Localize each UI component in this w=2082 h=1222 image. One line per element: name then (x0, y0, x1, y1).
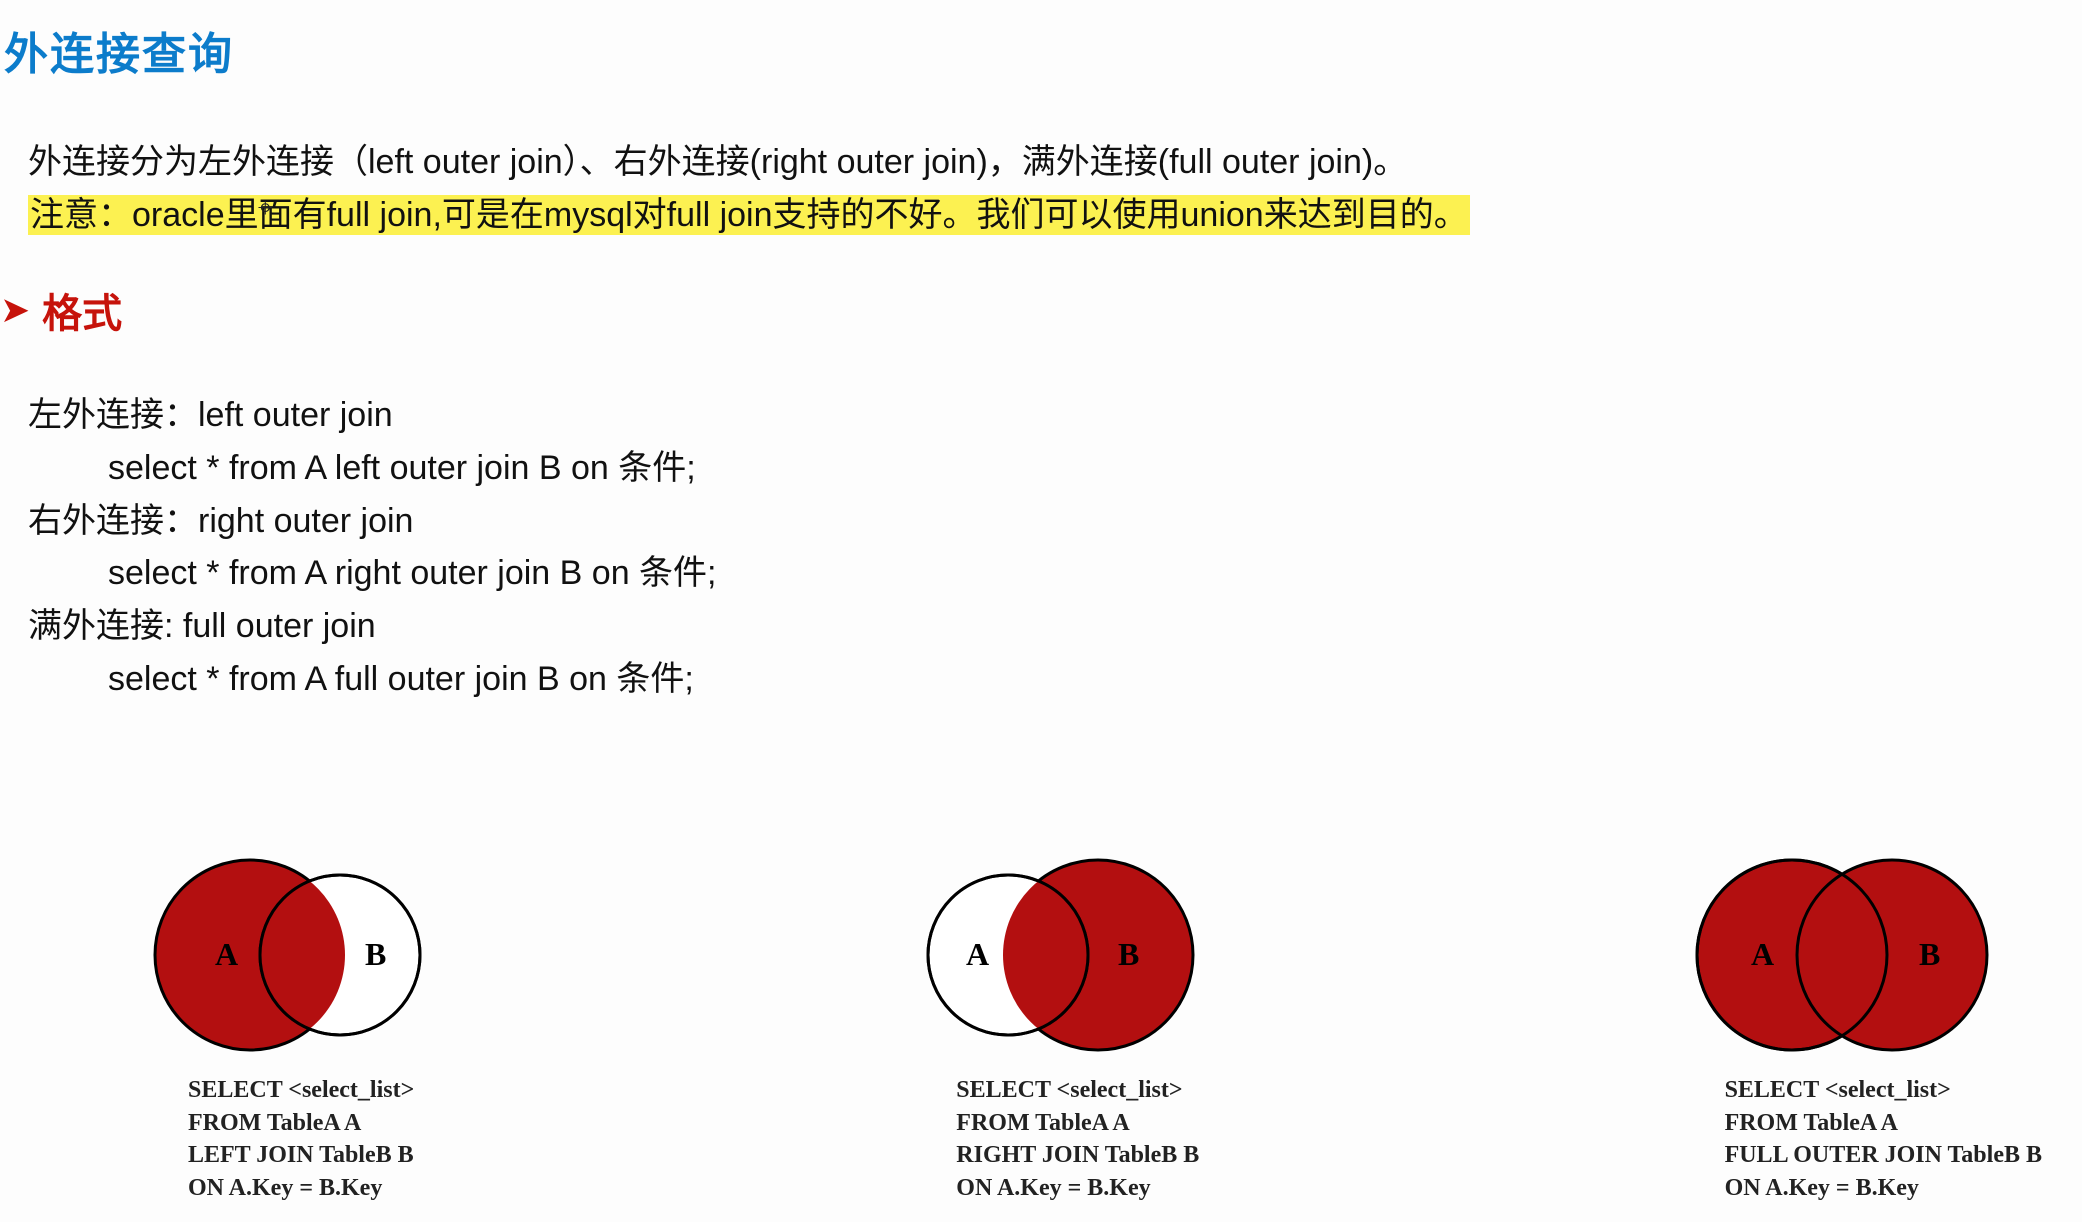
intro-highlight: 注意：oracle里面有full join,可是在mysql对full join… (28, 195, 1470, 235)
left-join-sql: select * from A left outer join B on 条件; (108, 442, 696, 495)
page-title: 外连接查询 (4, 18, 2062, 82)
intro-block: 外连接分为左外连接（left outer join）、右外连接(right ou… (28, 136, 2062, 241)
full-join-title: 满外连接: full outer join (28, 600, 2062, 653)
venn-full-join-diagram: A B (1677, 850, 1997, 1060)
venn-full-sql: SELECT <select_list> FROM TableA A FULL … (1725, 1074, 2042, 1204)
venn-label-a: A (966, 936, 989, 972)
venn-right-sql: SELECT <select_list> FROM TableA A RIGHT… (956, 1074, 1199, 1204)
venn-label-a: A (215, 936, 238, 972)
intro-line-1: 外连接分为左外连接（left outer join）、右外连接(right ou… (28, 136, 2062, 189)
right-join-title: 右外连接：right outer join (28, 495, 2062, 548)
venn-label-b: B (365, 936, 386, 972)
venn-right-join-diagram: A B (908, 850, 1208, 1060)
formats-block: 左外连接：left outer join select * from A lef… (28, 389, 2062, 705)
venn-label-b: B (1118, 936, 1139, 972)
right-join-sql: select * from A right outer join B on 条件… (108, 547, 717, 600)
venn-full-join: A B SELECT <select_list> FROM TableA A F… (1677, 850, 2042, 1204)
section-header: ➤ 格式 (0, 281, 2062, 339)
venn-label-b: B (1919, 936, 1940, 972)
section-title: 格式 (42, 281, 122, 339)
full-join-sql: select * from A full outer join B on 条件; (108, 653, 694, 706)
venn-right-join: A B SELECT <select_list> FROM TableA A R… (908, 850, 1208, 1204)
venn-left-sql: SELECT <select_list> FROM TableA A LEFT … (188, 1074, 414, 1204)
venn-left-join: A B SELECT <select_list> FROM TableA A L… (140, 850, 440, 1204)
arrow-icon: ➤ (0, 292, 30, 328)
venn-label-a: A (1751, 936, 1774, 972)
document-page: 外连接查询 外连接分为左外连接（left outer join）、右外连接(ri… (0, 0, 2082, 1222)
left-join-title: 左外连接：left outer join (28, 389, 2062, 442)
venn-left-join-diagram: A B (140, 850, 440, 1060)
venn-row: A B SELECT <select_list> FROM TableA A L… (140, 850, 2042, 1204)
